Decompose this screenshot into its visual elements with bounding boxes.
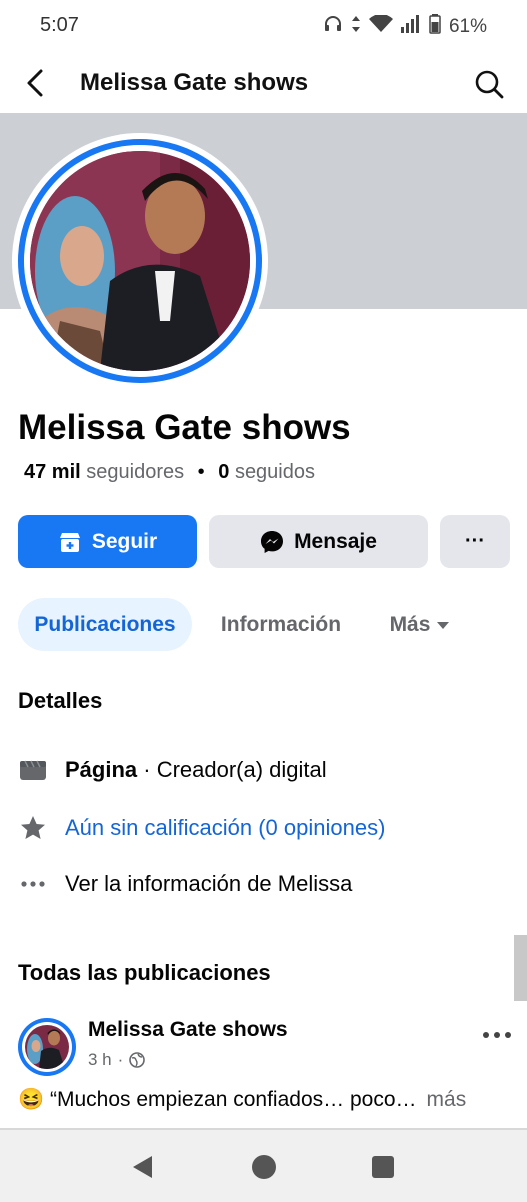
star-icon [18,813,48,843]
category-rest: · Creador(a) digital [137,757,327,782]
following-count[interactable]: 0 [218,461,229,483]
post-options-button[interactable] [482,1018,512,1046]
detail-see-info[interactable]: Ver la información de Melissa [18,864,352,904]
post-meta: 3 h · [88,1050,146,1070]
meta-dot: · [117,1050,124,1069]
post-text: 😆 “Muchos empiezan confiados… poco… más [18,1088,466,1112]
ellipsis-icon [18,869,48,899]
message-button[interactable]: Mensaje [209,515,428,568]
scrollbar-thumb[interactable] [514,935,527,1001]
system-nav-bar [0,1128,527,1202]
ellipsis-icon: ··· [465,530,485,552]
back-arrow-icon [27,69,43,97]
status-icons: 61% [323,14,487,40]
page-name: Melissa Gate shows [18,408,351,447]
post-author-avatar[interactable] [25,1025,69,1069]
headset-icon [323,14,343,40]
tab-publicaciones[interactable]: Publicaciones [18,598,192,651]
stats-separator: • [197,461,205,483]
detail-rating[interactable]: Aún sin calificación (0 opiniones) [18,808,385,848]
posts-title: Todas las publicaciones [18,960,271,985]
see-more-link[interactable]: más [427,1088,467,1112]
battery-icon [429,14,441,40]
tab-informacion[interactable]: Información [210,598,352,651]
topbar-title: Melissa Gate shows [80,69,309,96]
detail-category: Página · Creador(a) digital [18,750,327,790]
follow-label: Seguir [91,529,158,553]
post-time[interactable]: 3 h [88,1050,112,1070]
profile-avatar[interactable] [30,151,250,371]
globe-icon [129,1052,146,1068]
nav-back-icon [133,1156,152,1178]
data-arrows-icon [351,15,361,39]
search-button[interactable] [471,66,507,102]
tab-mas[interactable]: Más [380,598,460,651]
post-body: “Muchos empiezan confiados… poco… [44,1088,417,1111]
wifi-icon [368,14,393,39]
tab-mas-label: Más [389,612,431,636]
nav-back-button[interactable] [128,1152,158,1182]
status-time: 5:07 [40,14,79,36]
nav-recents-icon [372,1156,394,1178]
nav-home-button[interactable] [249,1152,279,1182]
laughing-emoji: 😆 [18,1088,45,1111]
search-icon [475,70,504,99]
store-icon [59,532,80,552]
followers-count[interactable]: 47 mil [24,461,81,483]
follower-stats: 47 mil seguidores • 0 seguidos [24,461,315,484]
post-author-name[interactable]: Melissa Gate shows [88,1018,288,1042]
messenger-icon [261,530,284,553]
signal-icon [400,15,421,39]
category-bold: Página [65,757,138,782]
following-label[interactable]: seguidos [235,461,315,483]
battery-percent: 61% [448,16,487,37]
followers-label[interactable]: seguidores [86,461,184,483]
back-button[interactable] [18,66,52,100]
see-info-link[interactable]: Ver la información de Melissa [65,871,352,897]
details-title: Detalles [18,688,103,713]
status-bar: 5:07 61% [0,0,527,52]
more-actions-button[interactable]: ··· [440,515,510,568]
rating-link[interactable]: Aún sin calificación (0 opiniones) [65,815,385,841]
top-app-bar: Melissa Gate shows [0,52,527,114]
message-label: Mensaje [294,529,377,553]
nav-recents-button[interactable] [368,1152,398,1182]
follow-button[interactable]: Seguir [18,515,197,568]
ellipsis-icon [483,1032,511,1038]
caret-down-icon [437,621,450,629]
nav-home-icon [252,1155,276,1179]
page-flag-icon [18,755,48,785]
